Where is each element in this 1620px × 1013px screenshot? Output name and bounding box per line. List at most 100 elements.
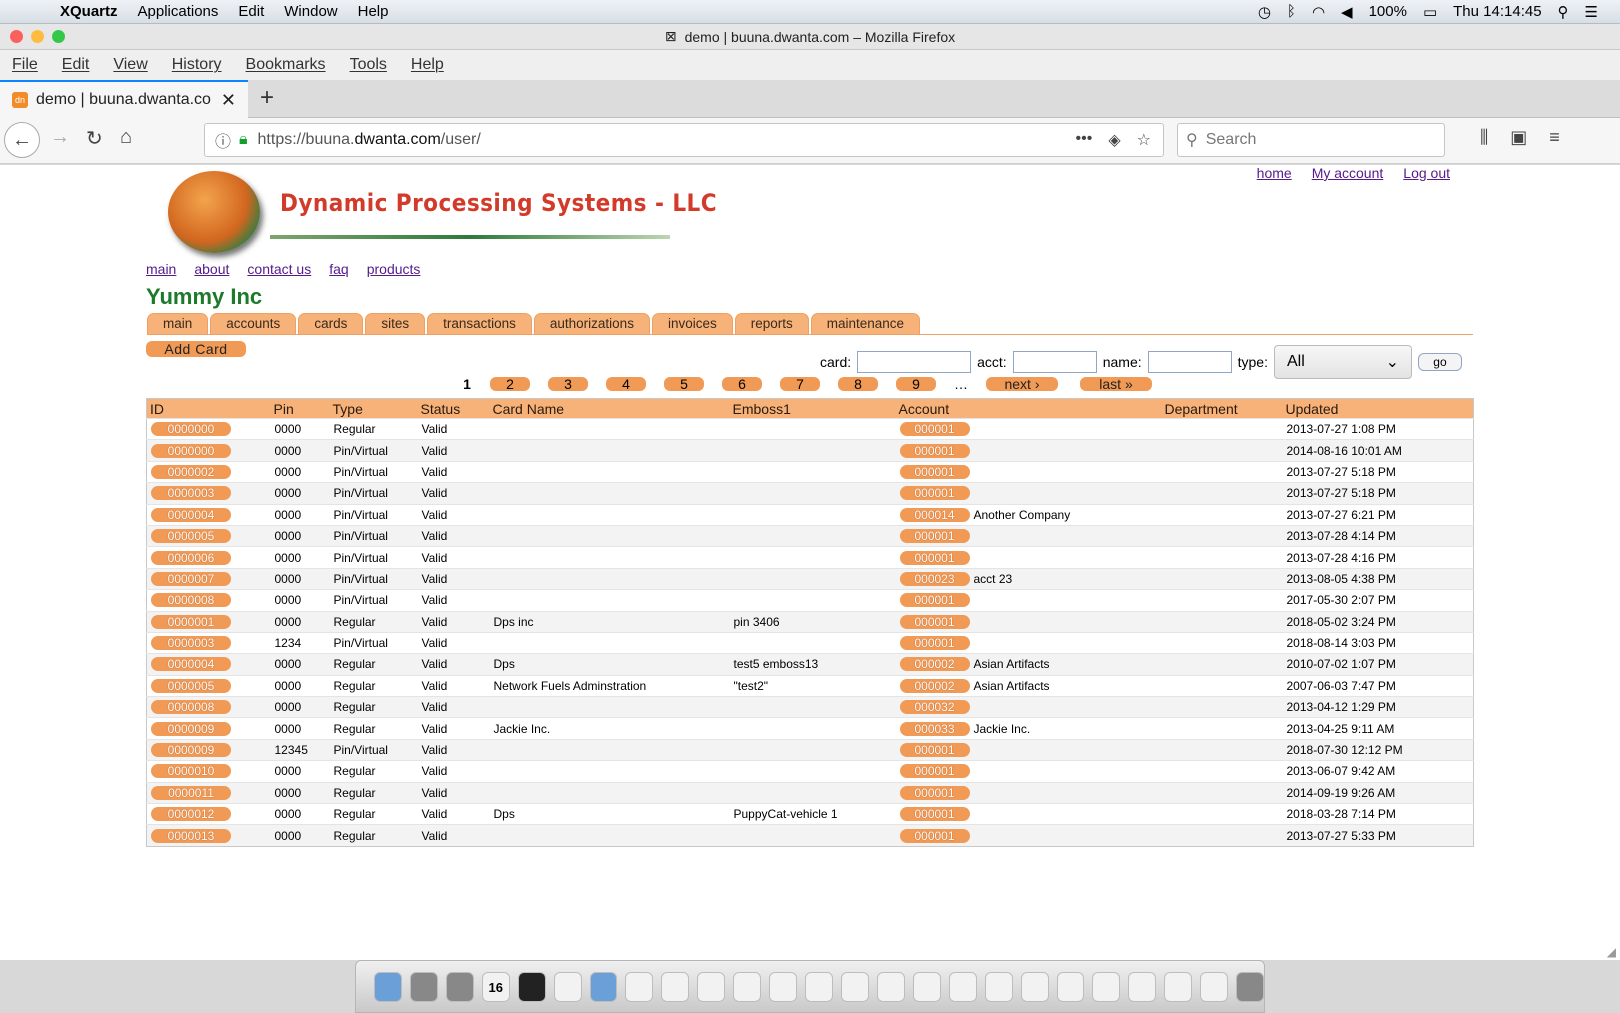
table-row[interactable]: 0000000 0000 Pin/Virtual Valid 000001 2014-08… <box>146 439 1474 462</box>
notification-center-icon[interactable]: ☰ <box>1585 3 1598 21</box>
card-id-button[interactable]: 0000005 <box>151 529 231 544</box>
forward-arrow-icon[interactable]: → <box>50 126 70 149</box>
browser-tab[interactable]: dn demo | buuna.dwanta.co ✕ <box>0 80 248 118</box>
account-button[interactable]: 000001 <box>899 785 970 800</box>
col-emboss1[interactable]: Emboss1 <box>729 398 896 419</box>
page-4[interactable]: 4 <box>606 377 646 391</box>
account-button[interactable]: 000002 <box>899 657 970 672</box>
window-thumbnail-icon[interactable] <box>1200 971 1229 1002</box>
time-machine-icon[interactable]: ◷ <box>1258 3 1271 21</box>
table-row[interactable]: 0000011 0000 Regular Valid 000001 2014-09-19 … <box>146 781 1474 804</box>
zoom-window-button[interactable] <box>52 30 65 43</box>
page-actions-icon[interactable]: ••• <box>1076 130 1093 150</box>
table-row[interactable]: 0000002 0000 Pin/Virtual Valid 000001 2013-07… <box>146 460 1474 483</box>
account-button[interactable]: 000014 <box>899 507 970 522</box>
minimize-window-button[interactable] <box>31 30 44 43</box>
nav-products[interactable]: products <box>367 261 421 277</box>
page-2[interactable]: 2 <box>490 377 530 391</box>
window-thumbnail-icon[interactable] <box>733 971 762 1002</box>
my-account-link[interactable]: My account <box>1312 165 1384 181</box>
table-row[interactable]: 0000007 0000 Pin/Virtual Valid 000023 acct 23… <box>146 567 1474 590</box>
nav-faq[interactable]: faq <box>329 261 348 277</box>
next-page-button[interactable]: next › <box>986 377 1058 391</box>
spotlight-icon[interactable]: ⚲ <box>1558 3 1569 21</box>
account-button[interactable]: 000032 <box>899 700 970 715</box>
nav-main[interactable]: main <box>146 261 176 277</box>
window-thumbnail-icon[interactable] <box>1056 971 1085 1002</box>
library-icon[interactable]: ⫼ <box>1480 127 1488 148</box>
window-thumbnail-icon[interactable] <box>805 971 833 1002</box>
page-5[interactable]: 5 <box>664 377 704 391</box>
card-id-button[interactable]: 0000009 <box>151 743 231 758</box>
window-thumbnail-icon[interactable] <box>661 971 690 1002</box>
nav-about[interactable]: about <box>194 261 229 277</box>
table-row[interactable]: 0000009 0000 Regular Valid Jackie Inc. 000033… <box>146 717 1474 740</box>
card-id-button[interactable]: 0000011 <box>151 785 231 800</box>
resize-grip-icon[interactable]: ◢ <box>1607 945 1616 959</box>
tab-maintenance[interactable]: maintenance <box>810 313 921 334</box>
table-row[interactable]: 0000008 0000 Regular Valid 000032 2013-04-12 … <box>146 696 1474 718</box>
col-account[interactable]: Account <box>895 398 1162 419</box>
close-tab-icon[interactable]: ✕ <box>221 90 236 111</box>
table-row[interactable]: 0000010 0000 Regular Valid 000001 2013-06-07 … <box>146 760 1474 783</box>
last-page-button[interactable]: last » <box>1080 377 1152 391</box>
card-id-button[interactable]: 0000009 <box>151 721 231 736</box>
account-button[interactable]: 000001 <box>899 828 970 843</box>
tab-transactions[interactable]: transactions <box>427 313 532 334</box>
volume-icon[interactable]: ◀ <box>1341 3 1353 21</box>
type-select[interactable]: All ⌄ <box>1273 345 1412 379</box>
finder-icon[interactable] <box>374 971 402 1002</box>
window-thumbnail-icon[interactable] <box>948 971 977 1002</box>
window-thumbnail-icon[interactable] <box>769 971 798 1002</box>
table-row[interactable]: 0000005 0000 Pin/Virtual Valid 000001 2013-07… <box>146 524 1474 547</box>
table-row[interactable]: 0000001 0000 Regular Valid Dps inc pin 3406 00… <box>146 610 1474 633</box>
table-row[interactable]: 0000000 0000 Regular Valid 000001 2013-07-27 … <box>146 417 1474 440</box>
go-button[interactable]: go <box>1417 353 1462 371</box>
lock-icon[interactable]: 🔒︎ <box>239 131 248 149</box>
card-id-button[interactable]: 0000008 <box>151 593 231 608</box>
account-button[interactable]: 000001 <box>899 550 970 565</box>
launchpad-icon[interactable] <box>409 971 438 1002</box>
battery-percent[interactable]: 100% <box>1369 3 1407 20</box>
account-button[interactable]: 000023 <box>899 571 970 586</box>
ff-menu-history[interactable]: History <box>172 56 222 74</box>
tab-cards[interactable]: cards <box>298 313 364 334</box>
card-id-button[interactable]: 0000002 <box>151 464 231 479</box>
acct-filter-input[interactable] <box>1012 351 1097 373</box>
account-button[interactable]: 000001 <box>899 807 970 822</box>
table-row[interactable]: 0000004 0000 Pin/Virtual Valid 000014 Another… <box>146 503 1474 526</box>
account-button[interactable]: 000001 <box>899 486 970 501</box>
ff-menu-tools[interactable]: Tools <box>350 56 387 74</box>
window-thumbnail-icon[interactable] <box>697 971 726 1002</box>
bluetooth-icon[interactable]: ᛒ <box>1287 3 1296 20</box>
card-id-button[interactable]: 0000005 <box>151 678 231 693</box>
close-window-button[interactable] <box>10 30 23 43</box>
account-button[interactable]: 000001 <box>899 464 970 479</box>
ff-menu-help[interactable]: Help <box>411 56 444 74</box>
account-button[interactable]: 000001 <box>899 743 970 758</box>
col-card-name[interactable]: Card Name <box>489 398 730 419</box>
card-id-button[interactable]: 0000004 <box>151 657 231 672</box>
account-button[interactable]: 000001 <box>899 614 970 629</box>
search-bar[interactable]: ⚲ Search <box>1177 123 1445 157</box>
card-filter-input[interactable] <box>857 351 972 373</box>
xquartz-icon[interactable] <box>553 971 582 1002</box>
mail-icon[interactable] <box>589 971 618 1002</box>
table-row[interactable]: 0000003 1234 Pin/Virtual Valid 000001 2018-08… <box>146 631 1474 654</box>
calendar-icon[interactable]: 16 <box>481 971 510 1002</box>
name-filter-input[interactable] <box>1147 351 1232 373</box>
tab-accounts[interactable]: accounts <box>210 313 297 334</box>
table-row[interactable]: 0000005 0000 Regular Valid Network Fuels Adm… <box>146 674 1474 697</box>
card-id-button[interactable]: 0000012 <box>151 807 231 822</box>
window-thumbnail-icon[interactable] <box>912 971 941 1002</box>
pocket-icon[interactable]: ◈ <box>1108 130 1120 150</box>
card-id-button[interactable]: 0000000 <box>151 422 231 437</box>
card-id-button[interactable]: 0000001 <box>151 614 231 629</box>
page-3[interactable]: 3 <box>548 377 588 391</box>
card-id-button[interactable]: 0000004 <box>151 507 231 522</box>
window-thumbnail-icon[interactable] <box>1020 971 1049 1002</box>
ff-menu-view[interactable]: View <box>113 56 147 74</box>
tab-authorizations[interactable]: authorizations <box>533 313 650 334</box>
ff-menu-file[interactable]: File <box>12 56 38 74</box>
account-button[interactable]: 000002 <box>899 678 970 693</box>
